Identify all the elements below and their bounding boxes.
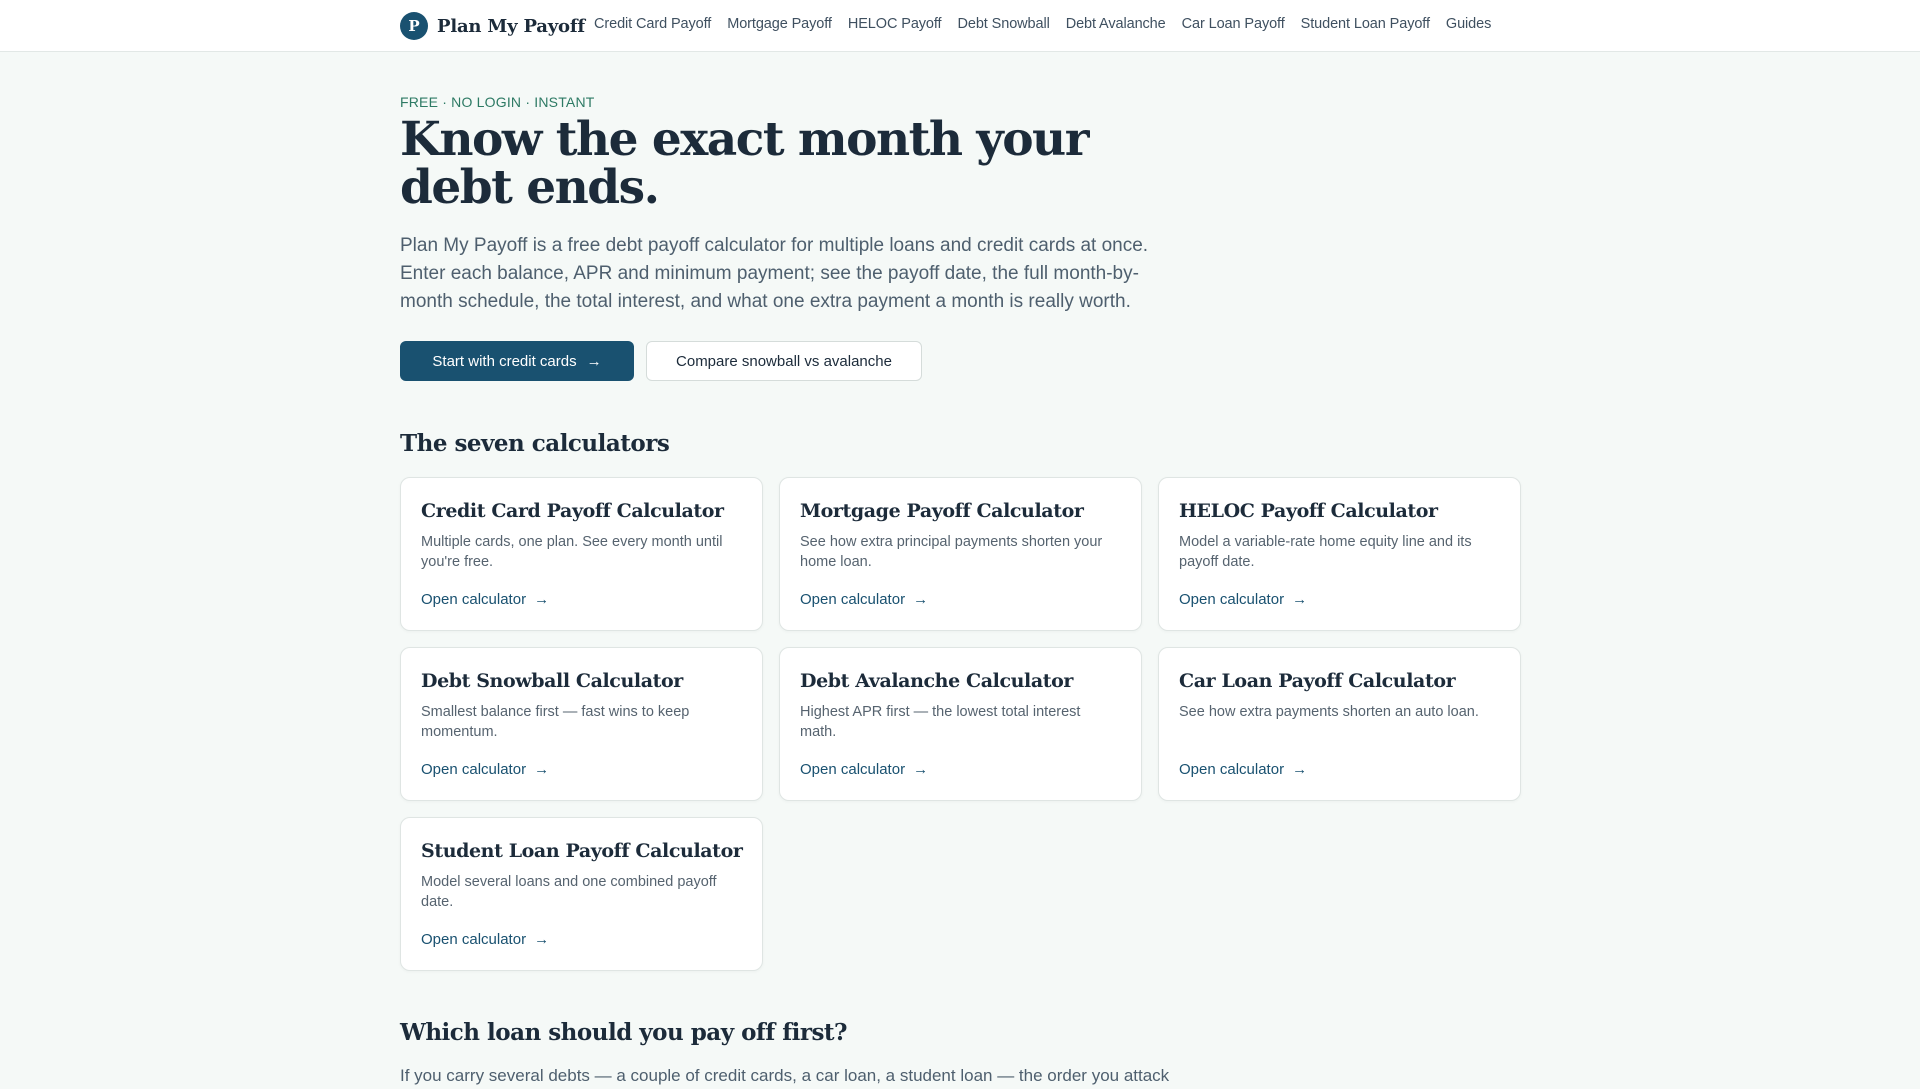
- card-title: Student Loan Payoff Calculator: [421, 840, 743, 862]
- open-calculator-label: Open calculator: [421, 931, 527, 948]
- card-description: See how extra payments shorten an auto l…: [1179, 704, 1479, 720]
- hero-title: Know the exact month your debt ends.: [400, 112, 1090, 215]
- arrow-right-icon: →: [913, 591, 929, 608]
- nav-link-credit-card-payoff[interactable]: Credit Card Payoff: [594, 16, 711, 32]
- card-title: Mortgage Payoff Calculator: [800, 500, 1084, 522]
- arrow-right-icon: →: [1292, 761, 1308, 778]
- calculators-heading: The seven calculators: [400, 430, 670, 457]
- open-calculator-label: Open calculator: [1179, 761, 1285, 778]
- card-title: HELOC Payoff Calculator: [1179, 500, 1438, 522]
- nav-link-student-loan-payoff[interactable]: Student Loan Payoff: [1301, 16, 1430, 32]
- start-button-label: Start with credit cards: [432, 352, 577, 370]
- arrow-right-icon: →: [534, 931, 550, 948]
- top-navigation: P Plan My Payoff Credit Card Payoff Mort…: [0, 0, 1920, 52]
- arrow-right-icon: →: [534, 591, 550, 608]
- start-with-credit-cards-button[interactable]: Start with credit cards →: [400, 341, 634, 381]
- card-description: Model several loans and one combined pay…: [421, 874, 717, 910]
- card-description: Highest APR first — the lowest total int…: [800, 704, 1081, 740]
- calculator-cards-grid: Credit Card Payoff Calculator Multiple c…: [400, 477, 1521, 971]
- open-calculator-link[interactable]: Open calculator →: [800, 761, 928, 778]
- arrow-right-icon: →: [913, 761, 929, 778]
- nav-link-debt-avalanche[interactable]: Debt Avalanche: [1066, 16, 1166, 32]
- calculator-card-student-loan: Student Loan Payoff Calculator Model sev…: [400, 817, 763, 971]
- open-calculator-label: Open calculator: [800, 761, 906, 778]
- calculator-card-mortgage: Mortgage Payoff Calculator See how extra…: [779, 477, 1142, 631]
- hero-subtitle: Plan My Payoff is a free debt payoff cal…: [400, 235, 1149, 312]
- open-calculator-link[interactable]: Open calculator →: [1179, 591, 1307, 608]
- open-calculator-link[interactable]: Open calculator →: [1179, 761, 1307, 778]
- card-description: Smallest balance first — fast wins to ke…: [421, 704, 690, 740]
- card-description: Model a variable-rate home equity line a…: [1179, 534, 1472, 570]
- calculator-card-debt-avalanche: Debt Avalanche Calculator Highest APR fi…: [779, 647, 1142, 801]
- open-calculator-link[interactable]: Open calculator →: [421, 591, 549, 608]
- nav-link-car-loan-payoff[interactable]: Car Loan Payoff: [1182, 16, 1285, 32]
- which-loan-heading: Which loan should you pay off first?: [400, 1019, 848, 1046]
- open-calculator-link[interactable]: Open calculator →: [421, 761, 549, 778]
- open-calculator-label: Open calculator: [800, 591, 906, 608]
- arrow-right-icon: →: [534, 761, 550, 778]
- card-title: Debt Snowball Calculator: [421, 670, 683, 692]
- which-loan-intro-text: If you carry several debts — a couple of…: [400, 1066, 1170, 1085]
- calculator-card-debt-snowball: Debt Snowball Calculator Smallest balanc…: [400, 647, 763, 801]
- compare-button-label: Compare snowball vs avalanche: [676, 352, 892, 370]
- calculator-card-heloc: HELOC Payoff Calculator Model a variable…: [1158, 477, 1521, 631]
- calculator-card-car-loan: Car Loan Payoff Calculator See how extra…: [1158, 647, 1521, 801]
- card-title: Credit Card Payoff Calculator: [421, 500, 724, 522]
- brand-mark-icon: P: [400, 12, 428, 40]
- nav-link-debt-snowball[interactable]: Debt Snowball: [958, 16, 1050, 32]
- hero-eyebrow: FREE · NO LOGIN · INSTANT: [400, 94, 595, 110]
- open-calculator-label: Open calculator: [1179, 591, 1285, 608]
- open-calculator-label: Open calculator: [421, 761, 527, 778]
- calculator-card-credit-card: Credit Card Payoff Calculator Multiple c…: [400, 477, 763, 631]
- card-title: Debt Avalanche Calculator: [800, 670, 1074, 692]
- card-description: See how extra principal payments shorten…: [800, 534, 1103, 570]
- open-calculator-link[interactable]: Open calculator →: [800, 591, 928, 608]
- nav-link-heloc-payoff[interactable]: HELOC Payoff: [848, 16, 942, 32]
- card-description: Multiple cards, one plan. See every mont…: [421, 534, 723, 570]
- nav-links: Credit Card Payoff Mortgage Payoff HELOC…: [594, 16, 1491, 32]
- brand-name: Plan My Payoff: [437, 15, 585, 37]
- arrow-right-icon: →: [1292, 591, 1308, 608]
- brand-logo-link[interactable]: P Plan My Payoff: [400, 12, 585, 40]
- card-title: Car Loan Payoff Calculator: [1179, 670, 1456, 692]
- nav-link-mortgage-payoff[interactable]: Mortgage Payoff: [727, 16, 832, 32]
- nav-link-guides[interactable]: Guides: [1446, 16, 1491, 32]
- open-calculator-label: Open calculator: [421, 591, 527, 608]
- arrow-right-icon: →: [586, 352, 602, 370]
- open-calculator-link[interactable]: Open calculator →: [421, 931, 549, 948]
- compare-snowball-avalanche-button[interactable]: Compare snowball vs avalanche: [646, 341, 922, 381]
